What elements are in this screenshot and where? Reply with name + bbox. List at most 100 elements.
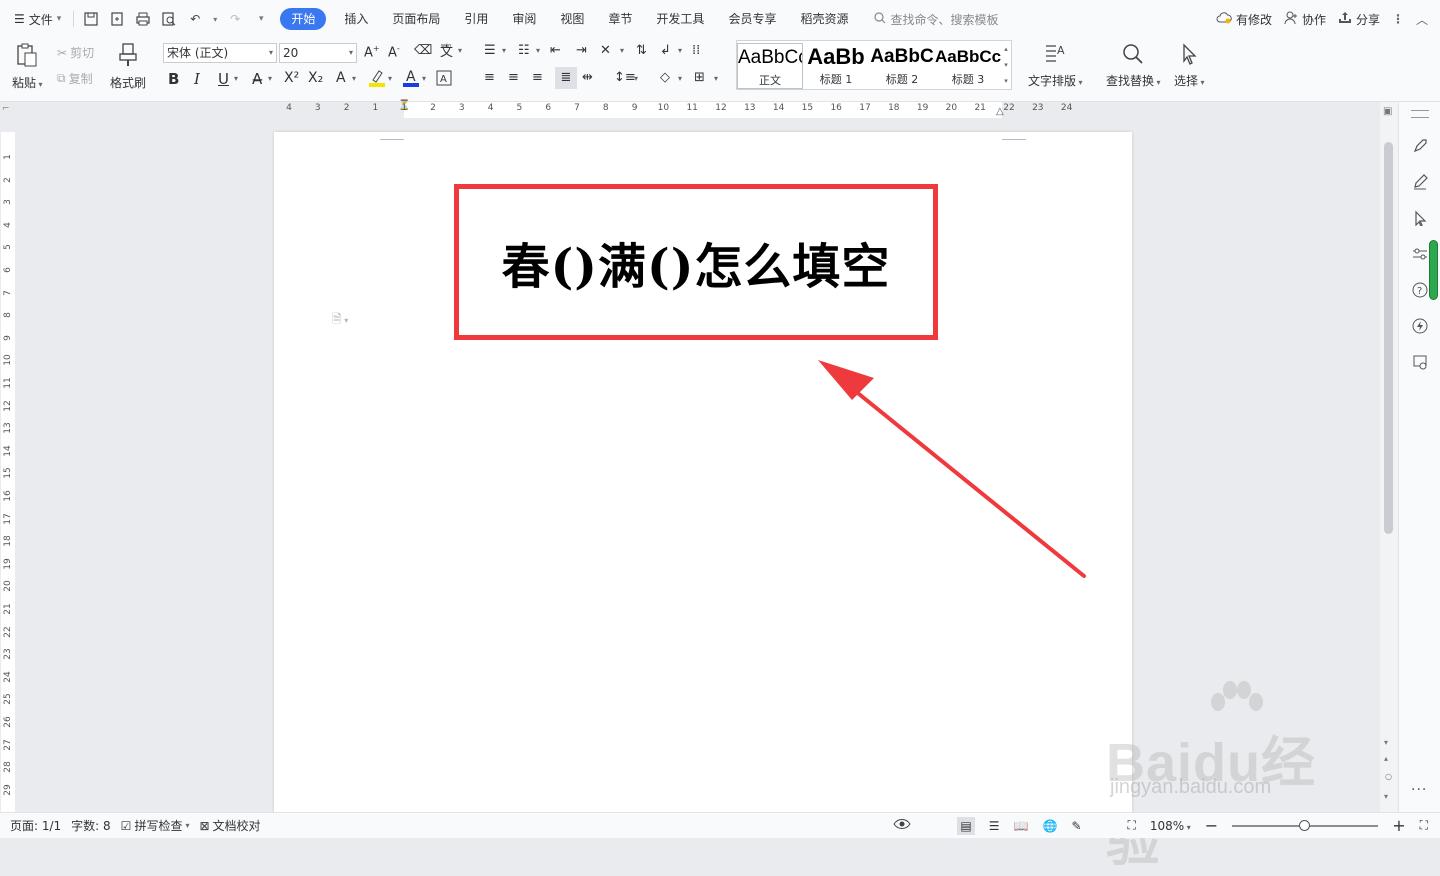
style-heading-1[interactable]: AaBb 标题 1	[803, 43, 869, 89]
sidebar-more-icon[interactable]: ···	[1411, 782, 1427, 798]
lightning-icon[interactable]	[1408, 314, 1432, 338]
command-search[interactable]: 查找命令、搜索模板	[874, 11, 998, 28]
zoom-out-icon[interactable]: −	[1205, 816, 1218, 835]
prev-page-icon[interactable]: ▴	[1384, 754, 1388, 763]
reading-view-icon[interactable]: 📖	[1014, 819, 1029, 833]
align-right-icon[interactable]: ≡	[532, 70, 543, 85]
spell-check-button[interactable]: ☑ 拼写检查 ▾	[121, 817, 190, 834]
font-size-combo[interactable]: 20 ▾	[279, 43, 357, 63]
eye-protection-icon[interactable]	[893, 818, 912, 833]
tab-page-layout[interactable]: 页面布局	[380, 8, 452, 30]
increase-font-icon[interactable]: A+	[364, 44, 380, 60]
clear-format-icon[interactable]: ⌫	[414, 43, 432, 58]
scroll-thumb[interactable]	[1384, 142, 1393, 534]
copy-button[interactable]: ⧉ 复制	[57, 70, 93, 87]
text-effect-icon[interactable]: A	[336, 70, 346, 86]
char-border-icon[interactable]: A	[436, 70, 452, 90]
chevron-down-icon[interactable]: ▾	[422, 74, 426, 83]
style-heading-2[interactable]: AaBbC 标题 2	[869, 43, 935, 89]
scroll-top-icon[interactable]: ▣	[1383, 106, 1392, 117]
tab-member[interactable]: 会员专享	[716, 8, 788, 30]
ruler-toggle-icon[interactable]: ⌐	[2, 104, 10, 114]
show-marks-icon[interactable]: ⁞⁞	[692, 43, 700, 58]
borders-icon[interactable]: ⊞	[694, 70, 705, 85]
sort-icon[interactable]: ⇅	[636, 43, 647, 58]
style-normal[interactable]: AaBbCcDd 正文	[737, 43, 803, 89]
chevron-down-icon[interactable]: ▾	[714, 74, 718, 83]
rocket-icon[interactable]	[1408, 134, 1432, 158]
font-color-icon[interactable]: A	[402, 68, 420, 92]
help-icon[interactable]: ?	[1408, 278, 1432, 302]
zoom-slider-knob[interactable]	[1299, 819, 1311, 831]
styles-scroll[interactable]: ▴ ▾ ▾	[1001, 41, 1011, 89]
chevron-down-icon[interactable]: ▾	[678, 46, 682, 55]
chevron-down-icon[interactable]: ▾	[234, 74, 238, 83]
fullscreen-icon[interactable]: ⛶	[1420, 818, 1428, 833]
chevron-down-icon[interactable]: ▾	[536, 46, 540, 55]
text-layout-button[interactable]: A 文字排版 ▾	[1028, 42, 1083, 89]
tab-section[interactable]: 章节	[596, 8, 644, 30]
word-count[interactable]: 字数: 8	[71, 817, 111, 834]
chevron-down-icon[interactable]: ▾	[678, 74, 682, 83]
pen-icon[interactable]	[1408, 170, 1432, 194]
chevron-down-icon[interactable]: ▾	[458, 46, 462, 55]
backup-icon[interactable]	[1408, 350, 1432, 374]
horizontal-ruler[interactable]: ⏳ △ 4 3 2 1 1 2 3 4 5 6 7 8 9 10 11 12 13 14 15 16 17 18 19 20 2…	[274, 101, 1134, 118]
browse-object-icon[interactable]: ○	[1385, 772, 1392, 781]
decrease-indent-icon[interactable]: ⇤	[550, 43, 561, 58]
tab-developer[interactable]: 开发工具	[644, 8, 716, 30]
document-page[interactable]: 🗎 ▾ 春()满()怎么填空	[274, 132, 1132, 822]
sidebar-menu-icon[interactable]	[1411, 110, 1429, 118]
redo-icon[interactable]: ↷	[224, 8, 246, 30]
print-preview-icon[interactable]	[158, 8, 180, 30]
decrease-font-icon[interactable]: A-	[388, 44, 400, 60]
increase-indent-icon[interactable]: ⇥	[576, 43, 587, 58]
fit-page-icon[interactable]: ⛶	[1128, 818, 1136, 833]
chevron-down-icon[interactable]: ▾	[620, 46, 624, 55]
zoom-value[interactable]: 108% ▾	[1150, 819, 1191, 833]
chevron-down-icon[interactable]: ▾	[502, 46, 506, 55]
modified-status-button[interactable]: 有修改	[1216, 11, 1272, 28]
phonetic-guide-icon[interactable]: 文 wén	[438, 42, 458, 62]
collaborate-button[interactable]: 协作	[1284, 11, 1326, 28]
select-button[interactable]: 选择 ▾	[1174, 42, 1205, 89]
style-heading-3[interactable]: AaBbCcI 标题 3	[935, 43, 1001, 89]
superscript-icon[interactable]: X²	[284, 70, 299, 86]
zoom-in-icon[interactable]: +	[1392, 816, 1405, 835]
underline-icon[interactable]: U	[218, 70, 229, 88]
next-page-icon[interactable]: ▾	[1384, 792, 1388, 801]
format-painter-button[interactable]: 格式刷	[110, 42, 146, 91]
paste-button[interactable]: 粘贴 ▾	[12, 42, 43, 91]
print-icon[interactable]	[132, 8, 154, 30]
web-view-icon[interactable]: 🌐	[1042, 819, 1057, 833]
export-pdf-icon[interactable]	[106, 8, 128, 30]
chinese-layout-icon[interactable]: ✕	[600, 43, 611, 58]
bold-icon[interactable]: B	[168, 70, 179, 88]
strikethrough-icon[interactable]: A̶	[252, 70, 262, 88]
distributed-align-icon[interactable]: ⇹	[582, 70, 593, 85]
highlight-color-icon[interactable]	[368, 68, 386, 92]
tab-view[interactable]: 视图	[548, 8, 596, 30]
tab-docer-resources[interactable]: 稻壳资源	[788, 8, 860, 30]
customize-toolbar-icon[interactable]: ▾	[250, 8, 272, 30]
collapse-ribbon-icon[interactable]: ︿	[1416, 11, 1428, 28]
file-menu-button[interactable]: ☰ 文件 ▾	[0, 0, 69, 38]
tab-insert[interactable]: 插入	[332, 8, 380, 30]
write-view-icon[interactable]: ✎	[1071, 819, 1081, 833]
align-left-icon[interactable]: ≡	[484, 70, 495, 85]
vertical-scrollbar[interactable]: ▣ ▾ ▴ ○ ▾	[1380, 102, 1398, 812]
tab-references[interactable]: 引用	[452, 8, 500, 30]
line-break-icon[interactable]: ↲	[660, 43, 671, 58]
font-name-combo[interactable]: 宋体 (正文) ▾	[163, 43, 277, 63]
shading-icon[interactable]: ◇	[660, 70, 670, 85]
pointer-icon[interactable]	[1408, 206, 1432, 230]
subscript-icon[interactable]: X₂	[308, 70, 323, 86]
zoom-slider[interactable]	[1232, 819, 1379, 831]
page-indicator[interactable]: 页面: 1/1	[10, 817, 61, 834]
justify-icon[interactable]: ≣	[555, 67, 577, 89]
chevron-down-icon[interactable]: ▾	[352, 74, 356, 83]
align-center-icon[interactable]: ≡	[508, 70, 519, 85]
cut-button[interactable]: ✂ 剪切	[57, 44, 94, 61]
chevron-down-icon[interactable]: ▾	[388, 74, 392, 83]
save-icon[interactable]	[80, 8, 102, 30]
